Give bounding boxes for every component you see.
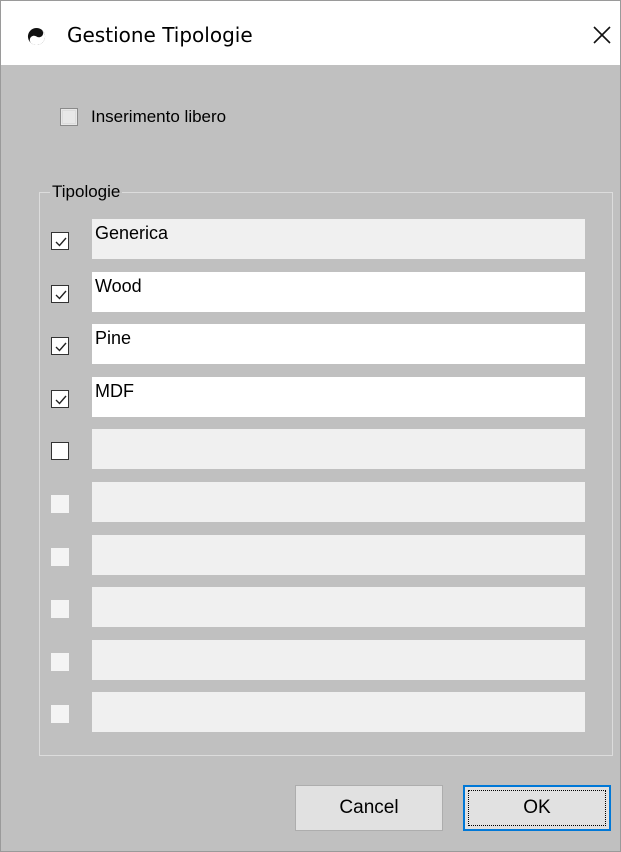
row-checkbox[interactable]: [51, 442, 69, 460]
row-text-field[interactable]: Wood: [92, 272, 585, 312]
row-text-field: [92, 482, 585, 522]
row-checkbox[interactable]: [51, 232, 69, 250]
focus-ring: [468, 790, 606, 826]
free-entry-label: Inserimento libero: [91, 107, 227, 126]
dialog-window: Gestione Tipologie Inserimento libero Ti…: [0, 0, 621, 852]
row-checkbox: [51, 495, 69, 513]
row-text-field: [92, 587, 585, 627]
row-text-field: [92, 535, 585, 575]
row-text-field[interactable]: Generica: [92, 219, 585, 259]
title-bar[interactable]: Gestione Tipologie: [1, 1, 620, 65]
row-text-field: [92, 640, 585, 680]
dialog-body: Inserimento libero Tipologie Generica Woo…: [1, 65, 620, 851]
close-icon: [593, 26, 611, 44]
checkmark-icon: [55, 342, 67, 352]
row-checkbox: [51, 705, 69, 723]
checkmark-icon: [55, 395, 67, 405]
window-title: Gestione Tipologie: [67, 23, 253, 47]
row-checkbox[interactable]: [51, 285, 69, 303]
checkmark-icon: [55, 290, 67, 300]
row-checkbox[interactable]: [51, 390, 69, 408]
free-entry-checkbox[interactable]: [60, 108, 78, 126]
row-checkbox: [51, 600, 69, 618]
groupbox-title: Tipologie: [50, 182, 123, 202]
cancel-button-label: Cancel: [339, 797, 399, 818]
close-button[interactable]: [582, 15, 620, 53]
yin-yang-icon: [27, 27, 46, 46]
row-checkbox: [51, 548, 69, 566]
row-text-field[interactable]: Pine: [92, 324, 585, 364]
row-text-field: [92, 692, 585, 732]
row-checkbox: [51, 653, 69, 671]
checkmark-icon: [55, 237, 67, 247]
row-text-field[interactable]: MDF: [92, 377, 585, 417]
ok-button[interactable]: OK: [463, 785, 611, 831]
cancel-button[interactable]: Cancel: [295, 785, 443, 831]
row-text-field[interactable]: [92, 429, 585, 469]
row-checkbox[interactable]: [51, 337, 69, 355]
